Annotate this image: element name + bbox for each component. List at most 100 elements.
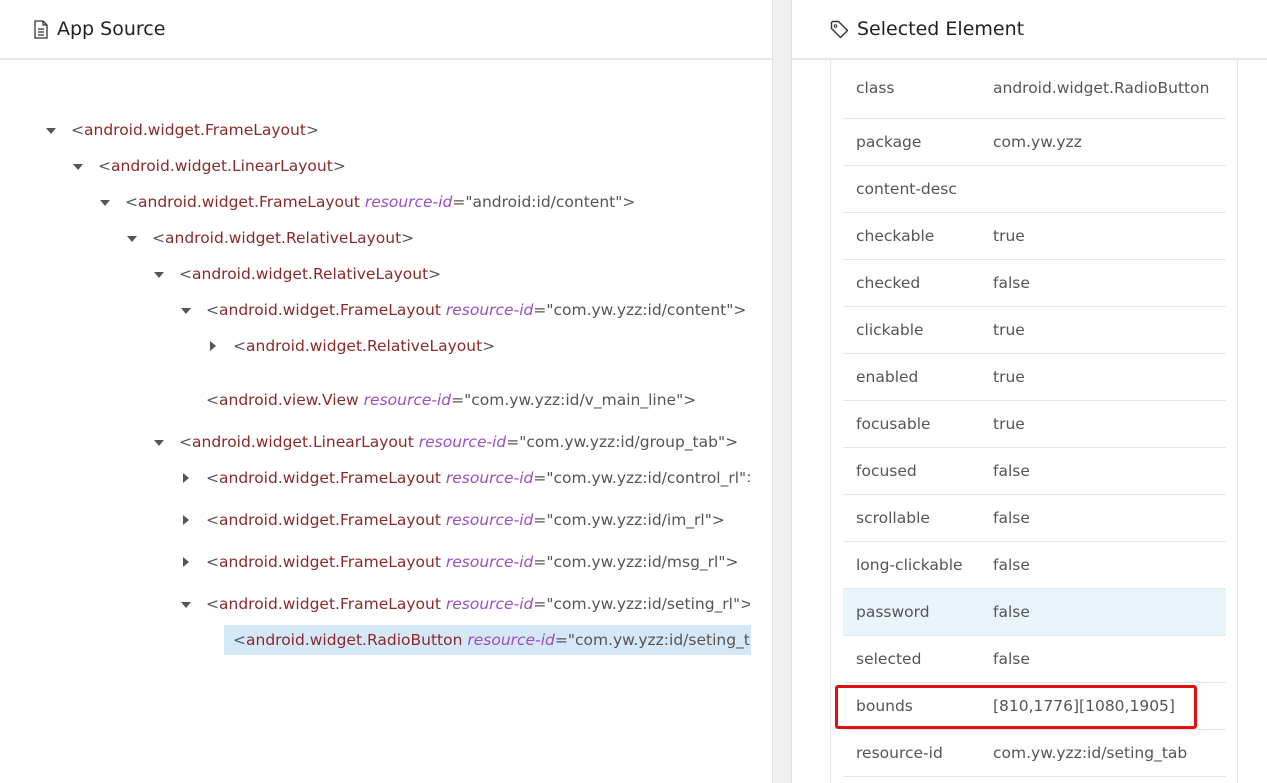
attribute-value: true — [993, 226, 1025, 245]
tree-node[interactable]: <android.widget.FrameLayout resource-id=… — [206, 297, 750, 323]
attr-value: com.yw.yzz:id/seting_t — [574, 631, 750, 649]
caret-down-icon[interactable] — [100, 200, 110, 206]
attribute-row-checked[interactable]: checked false — [843, 260, 1226, 307]
tag-close: > — [733, 301, 747, 319]
attribute-name: checkable — [856, 227, 935, 245]
tree-node[interactable]: <android.widget.FrameLayout resource-id=… — [206, 549, 750, 575]
tree-node[interactable]: <android.widget.RadioButton resource-id=… — [224, 625, 751, 655]
attribute-name: package — [856, 133, 922, 151]
attribute-name: checked — [856, 274, 921, 292]
attribute-row-checkable[interactable]: checkable true — [843, 213, 1226, 260]
node-tag: android.widget.FrameLayout — [138, 193, 360, 211]
node-tag: android.widget.LinearLayout — [111, 157, 333, 175]
caret-right-icon[interactable] — [210, 341, 216, 351]
tag-open: < — [179, 265, 192, 283]
tree-node[interactable]: <android.widget.FrameLayout resource-id=… — [206, 507, 750, 533]
attr-eq: =" — [554, 631, 575, 649]
caret-down-icon[interactable] — [73, 164, 83, 170]
node-tag: android.widget.FrameLayout — [219, 511, 441, 529]
panel-divider[interactable] — [772, 0, 792, 783]
attribute-row-content-desc[interactable]: content-desc — [843, 166, 1226, 213]
attr-value: com.yw.yzz:id/v_main_line — [471, 391, 677, 409]
attr-value: android:id/content — [472, 193, 616, 211]
attr-value: com.yw.yzz:id/msg_rl — [553, 553, 719, 571]
tag-open: < — [206, 511, 219, 529]
caret-down-icon[interactable] — [181, 602, 191, 608]
attribute-row-enabled[interactable]: enabled true — [843, 354, 1226, 401]
caret-down-icon[interactable] — [127, 236, 137, 242]
caret-down-icon[interactable] — [154, 272, 164, 278]
tag-open: < — [233, 631, 246, 649]
attr-name: resource-id — [467, 631, 555, 649]
app-source-panel: <android.widget.FrameLayout> <android.wid… — [0, 0, 772, 783]
attribute-row-long-clickable[interactable]: long-clickable false — [843, 542, 1226, 589]
node-tag: android.widget.RadioButton — [246, 631, 463, 649]
attr-quote: " — [704, 511, 712, 529]
selected-element-header: Selected Element — [792, 0, 1267, 60]
source-tree[interactable]: <android.widget.FrameLayout> <android.wid… — [0, 0, 752, 783]
tag-close: > — [401, 229, 415, 247]
tag-close: > — [428, 265, 442, 283]
attributes-table: class android.widget.RadioButton package co… — [830, 60, 1238, 783]
node-tag: android.widget.RelativeLayout — [165, 229, 402, 247]
tree-node[interactable]: <android.widget.FrameLayout> — [71, 117, 750, 143]
attribute-row-class[interactable]: class android.widget.RadioButton — [843, 58, 1226, 119]
tag-open: < — [206, 301, 219, 319]
attribute-value: com.yw.yzz — [993, 132, 1082, 151]
attribute-row-password[interactable]: password false — [843, 589, 1226, 636]
attr-eq: =" — [533, 511, 554, 529]
attribute-row-scrollable[interactable]: scrollable false — [843, 495, 1226, 542]
node-tag: android.view.View — [219, 391, 359, 409]
caret-right-icon[interactable] — [183, 515, 189, 525]
attribute-row-clickable[interactable]: clickable true — [843, 307, 1226, 354]
tag-close: > — [305, 121, 319, 139]
tag-open: < — [98, 157, 111, 175]
tag-close: > — [740, 595, 750, 613]
attr-name: resource-id — [445, 511, 534, 529]
attribute-row-focusable[interactable]: focusable true — [843, 401, 1226, 448]
tag-open: < — [206, 595, 219, 613]
attribute-value: true — [993, 367, 1025, 386]
attr-value: com.yw.yzz:id/group_tab — [526, 433, 718, 451]
tree-node[interactable]: <android.widget.LinearLayout resource-id… — [179, 429, 750, 455]
tag-close: > — [746, 469, 750, 487]
node-tag: android.widget.RelativeLayout — [192, 265, 429, 283]
attribute-value: true — [993, 414, 1025, 433]
attr-value: com.yw.yzz:id/control_rl — [553, 469, 740, 487]
tag-close: > — [622, 193, 636, 211]
attribute-value: false — [993, 649, 1030, 668]
attr-name: resource-id — [445, 301, 534, 319]
tag-open: < — [152, 229, 165, 247]
caret-right-icon[interactable] — [183, 557, 189, 567]
attribute-row-focused[interactable]: focused false — [843, 448, 1226, 495]
caret-right-icon[interactable] — [183, 473, 189, 483]
tree-node[interactable]: <android.widget.RelativeLayout> — [233, 333, 750, 359]
attribute-name: focusable — [856, 415, 931, 433]
tree-node[interactable]: <android.widget.FrameLayout resource-id=… — [206, 591, 750, 617]
caret-down-icon[interactable] — [181, 308, 191, 314]
attr-eq: =" — [452, 193, 473, 211]
app-source-header: App Source — [0, 0, 772, 60]
attribute-row-selected[interactable]: selected false — [843, 636, 1226, 683]
tree-node[interactable]: <android.widget.RelativeLayout> — [179, 261, 750, 287]
tag-close: > — [711, 511, 725, 529]
node-tag: android.widget.FrameLayout — [219, 595, 441, 613]
tree-node[interactable]: <android.widget.FrameLayout resource-id=… — [206, 465, 750, 491]
attribute-value: false — [993, 461, 1030, 480]
tree-node[interactable]: <android.view.View resource-id="com.yw.y… — [206, 387, 750, 413]
tag-close: > — [482, 337, 496, 355]
tag-close: > — [725, 433, 739, 451]
attribute-name: password — [856, 603, 930, 621]
caret-down-icon[interactable] — [154, 440, 164, 446]
attribute-row-resource-id[interactable]: resource-id com.yw.yzz:id/seting_tab — [843, 730, 1226, 777]
caret-down-icon[interactable] — [46, 128, 56, 134]
tree-node[interactable]: <android.widget.FrameLayout resource-id=… — [125, 189, 750, 215]
attr-eq: =" — [506, 433, 527, 451]
attribute-name: selected — [856, 650, 922, 668]
tree-node[interactable]: <android.widget.LinearLayout> — [98, 153, 750, 179]
tag-open: < — [71, 121, 84, 139]
attribute-value: com.yw.yzz:id/seting_tab — [993, 743, 1188, 762]
attribute-row-package[interactable]: package com.yw.yzz — [843, 119, 1226, 166]
tree-node[interactable]: <android.widget.RelativeLayout> — [152, 225, 750, 251]
attribute-value: true — [993, 320, 1025, 339]
